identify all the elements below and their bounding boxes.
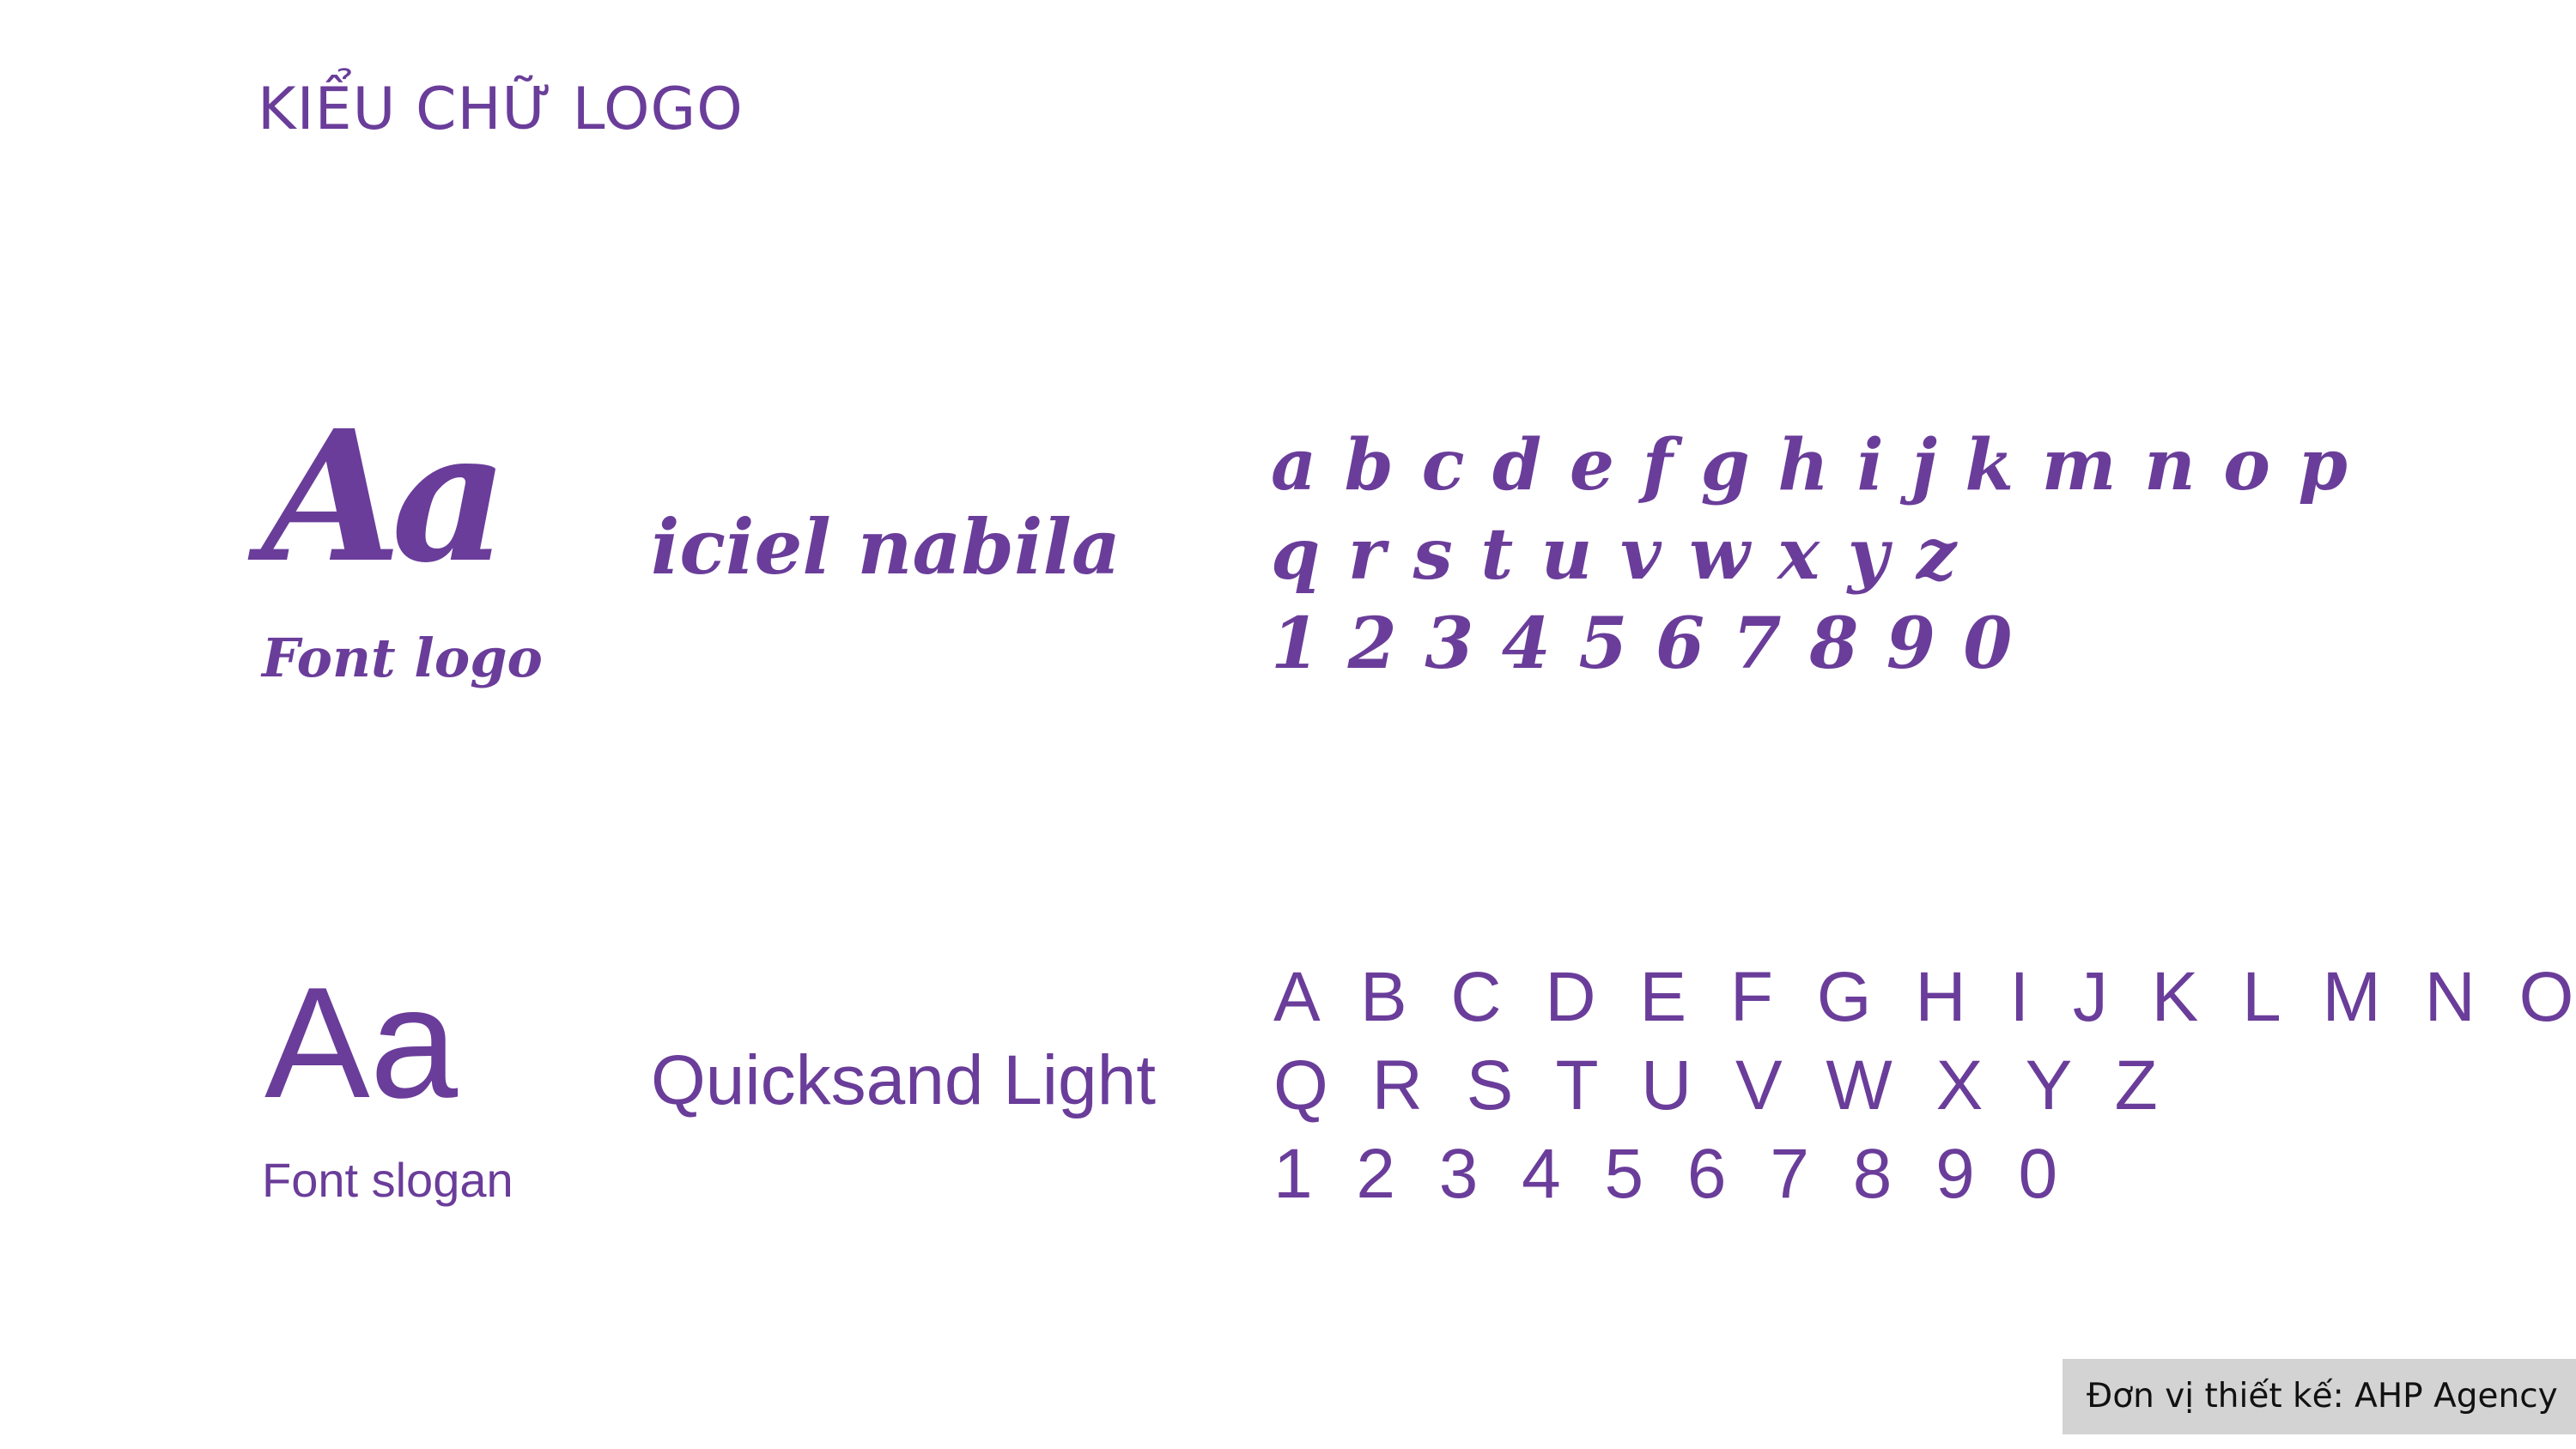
logo-font-name: iciel nabila (651, 502, 1121, 591)
logo-font-label: Font logo (262, 627, 543, 689)
slogan-font-uppercase-2: Q R S T U V W X Y Z (1273, 1046, 2173, 1125)
slogan-font-digits: 1 2 3 4 5 6 7 8 9 0 (1273, 1135, 2074, 1213)
logo-font-lowercase-1: a b c d e f g h i j k m n o p (1271, 424, 2348, 506)
slogan-font-label: Font slogan (262, 1153, 513, 1207)
slogan-font-sample: Aa (264, 954, 459, 1131)
slogan-font-name: Quicksand Light (651, 1041, 1157, 1119)
designer-credit: Đơn vị thiết kế: AHP Agency (2063, 1359, 2576, 1434)
logo-font-sample: Aa (262, 391, 508, 603)
page-title: KIỂU CHỮ LOGO (258, 76, 744, 143)
slogan-font-charset: A B C D E F G H I J K L M N O P Q R S T … (1273, 953, 2576, 1218)
logo-font-digits: 1 2 3 4 5 6 7 8 9 0 (1271, 603, 2013, 685)
slogan-font-uppercase-1: A B C D E F G H I J K L M N O P (1273, 958, 2576, 1036)
logo-font-lowercase-2: q r s t u v w x y z (1271, 513, 1957, 596)
logo-font-charset: a b c d e f g h i j k m n o p q r s t u … (1271, 421, 2348, 688)
